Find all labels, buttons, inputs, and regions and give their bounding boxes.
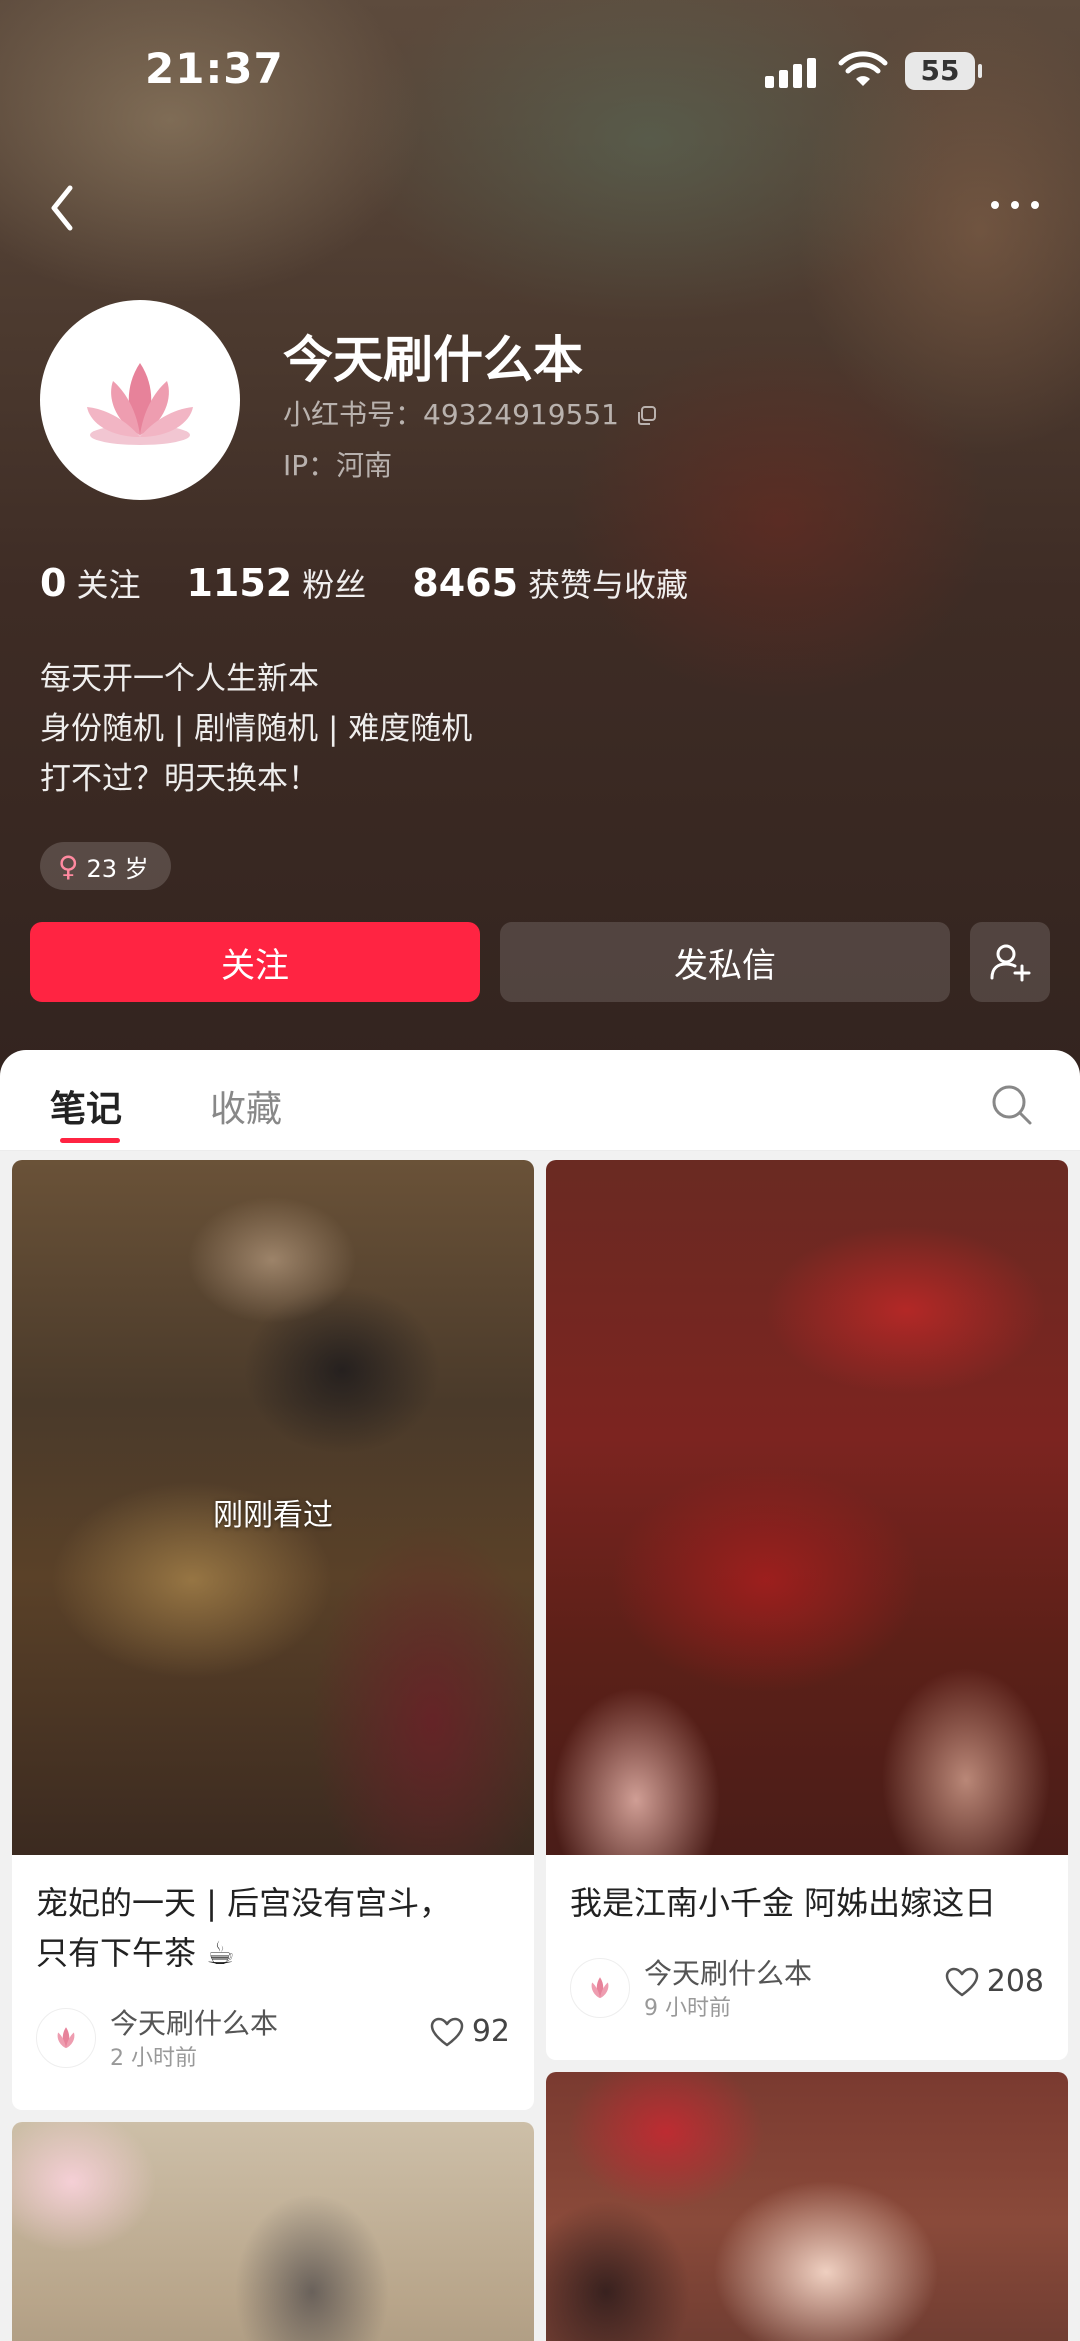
bio-line: 每天开一个人生新本: [40, 661, 319, 697]
stat-followers-value: 1152: [186, 561, 293, 605]
post-time: 9 小时前: [644, 1996, 731, 2021]
profile-tabs: 笔记 收藏: [0, 1050, 1080, 1151]
like-button[interactable]: 92: [430, 2014, 510, 2049]
stat-followers[interactable]: 1152 粉丝: [186, 560, 366, 606]
more-icon[interactable]: [985, 195, 1045, 215]
stat-followers-label: 粉丝: [302, 566, 367, 604]
note-title: 我是江南小千金 阿姊出嫁这日: [570, 1878, 1044, 1928]
profile-header-background: [0, 0, 1080, 1080]
lotus-icon: [57, 2027, 75, 2049]
active-tab-indicator: [60, 1138, 120, 1143]
like-button[interactable]: 208: [945, 1964, 1044, 1999]
bio-line: 身份随机 | 剧情随机 | 难度随机: [40, 711, 473, 747]
note-title-line: 只有下午茶 ☕: [36, 1934, 235, 1972]
heart-icon: [945, 1967, 978, 1996]
note-card[interactable]: [12, 2122, 534, 2341]
age-text: 23 岁: [86, 854, 149, 883]
author-name[interactable]: 今天刷什么本: [110, 2002, 278, 2042]
profile-name: 今天刷什么本: [283, 331, 583, 389]
female-icon: ♀: [58, 849, 79, 883]
age-tag: ♀ 23 岁: [40, 842, 171, 890]
note-card[interactable]: [546, 2072, 1068, 2341]
bio-line: 打不过？明天换本！: [40, 761, 319, 797]
avatar[interactable]: [40, 300, 240, 500]
note-card[interactable]: 刚刚看过 宠妃的一天 | 后宫没有宫斗， 只有下午茶 ☕ 今天刷什么本 2 小时…: [12, 1160, 534, 2110]
stat-likes[interactable]: 8465 获赞与收藏: [412, 560, 688, 606]
note-title: 宠妃的一天 | 后宫没有宫斗， 只有下午茶 ☕: [36, 1878, 510, 1978]
lotus-icon: [591, 1977, 609, 1999]
note-cover-image: [546, 2072, 1068, 2341]
red-id-text: 小红书号：49324919551: [283, 398, 619, 431]
copy-icon[interactable]: [636, 405, 658, 427]
back-icon[interactable]: [40, 178, 90, 238]
lotus-icon: [87, 363, 193, 445]
tab-notes[interactable]: 笔记: [50, 1080, 122, 1132]
stat-likes-label: 获赞与收藏: [528, 566, 689, 604]
status-bar: 21:37 55: [0, 0, 1080, 140]
red-id[interactable]: 小红书号：49324919551: [283, 393, 658, 433]
note-cover-image: [546, 1160, 1068, 1855]
add-friend-button[interactable]: [970, 922, 1050, 1002]
profile-bio: 每天开一个人生新本 身份随机 | 剧情随机 | 难度随机 打不过？明天换本！: [40, 654, 472, 804]
note-cover-image: 刚刚看过: [12, 1160, 534, 1855]
signal-icon: [765, 58, 821, 88]
author-avatar[interactable]: [570, 1958, 630, 2018]
author-avatar[interactable]: [36, 2008, 96, 2068]
author-name[interactable]: 今天刷什么本: [644, 1952, 812, 1992]
ip-location: IP：河南: [283, 449, 393, 482]
tab-favorites[interactable]: 收藏: [210, 1080, 282, 1132]
note-author: 今天刷什么本 9 小时前 208: [570, 1957, 1044, 2021]
like-count: 92: [471, 2014, 510, 2049]
status-time: 21:37: [145, 44, 284, 93]
profile-stats: 0 关注 1152 粉丝 8465 获赞与收藏: [40, 560, 734, 606]
like-count: 208: [986, 1964, 1044, 1999]
note-author: 今天刷什么本 2 小时前 92: [36, 2007, 510, 2071]
note-cover-image: [12, 2122, 534, 2341]
battery-icon: 55: [905, 52, 982, 90]
note-title-line: 宠妃的一天 | 后宫没有宫斗，: [36, 1884, 452, 1922]
stat-following-label: 关注: [76, 566, 141, 604]
note-card[interactable]: 我是江南小千金 阿姊出嫁这日 今天刷什么本 9 小时前 208: [546, 1160, 1068, 2060]
stat-following-value: 0: [40, 561, 67, 605]
stat-following[interactable]: 0 关注: [40, 560, 140, 606]
wifi-icon: [838, 51, 888, 86]
message-button[interactable]: 发私信: [500, 922, 950, 1002]
add-user-icon: [990, 944, 1031, 982]
heart-icon: [430, 2017, 464, 2046]
follow-button[interactable]: 关注: [30, 922, 480, 1002]
search-icon[interactable]: [990, 1083, 1034, 1127]
recently-viewed-label: 刚刚看过: [213, 1498, 333, 1533]
post-time: 2 小时前: [110, 2046, 197, 2071]
stat-likes-value: 8465: [412, 561, 519, 605]
note-title-line: 我是江南小千金 阿姊出嫁这日: [570, 1884, 997, 1922]
